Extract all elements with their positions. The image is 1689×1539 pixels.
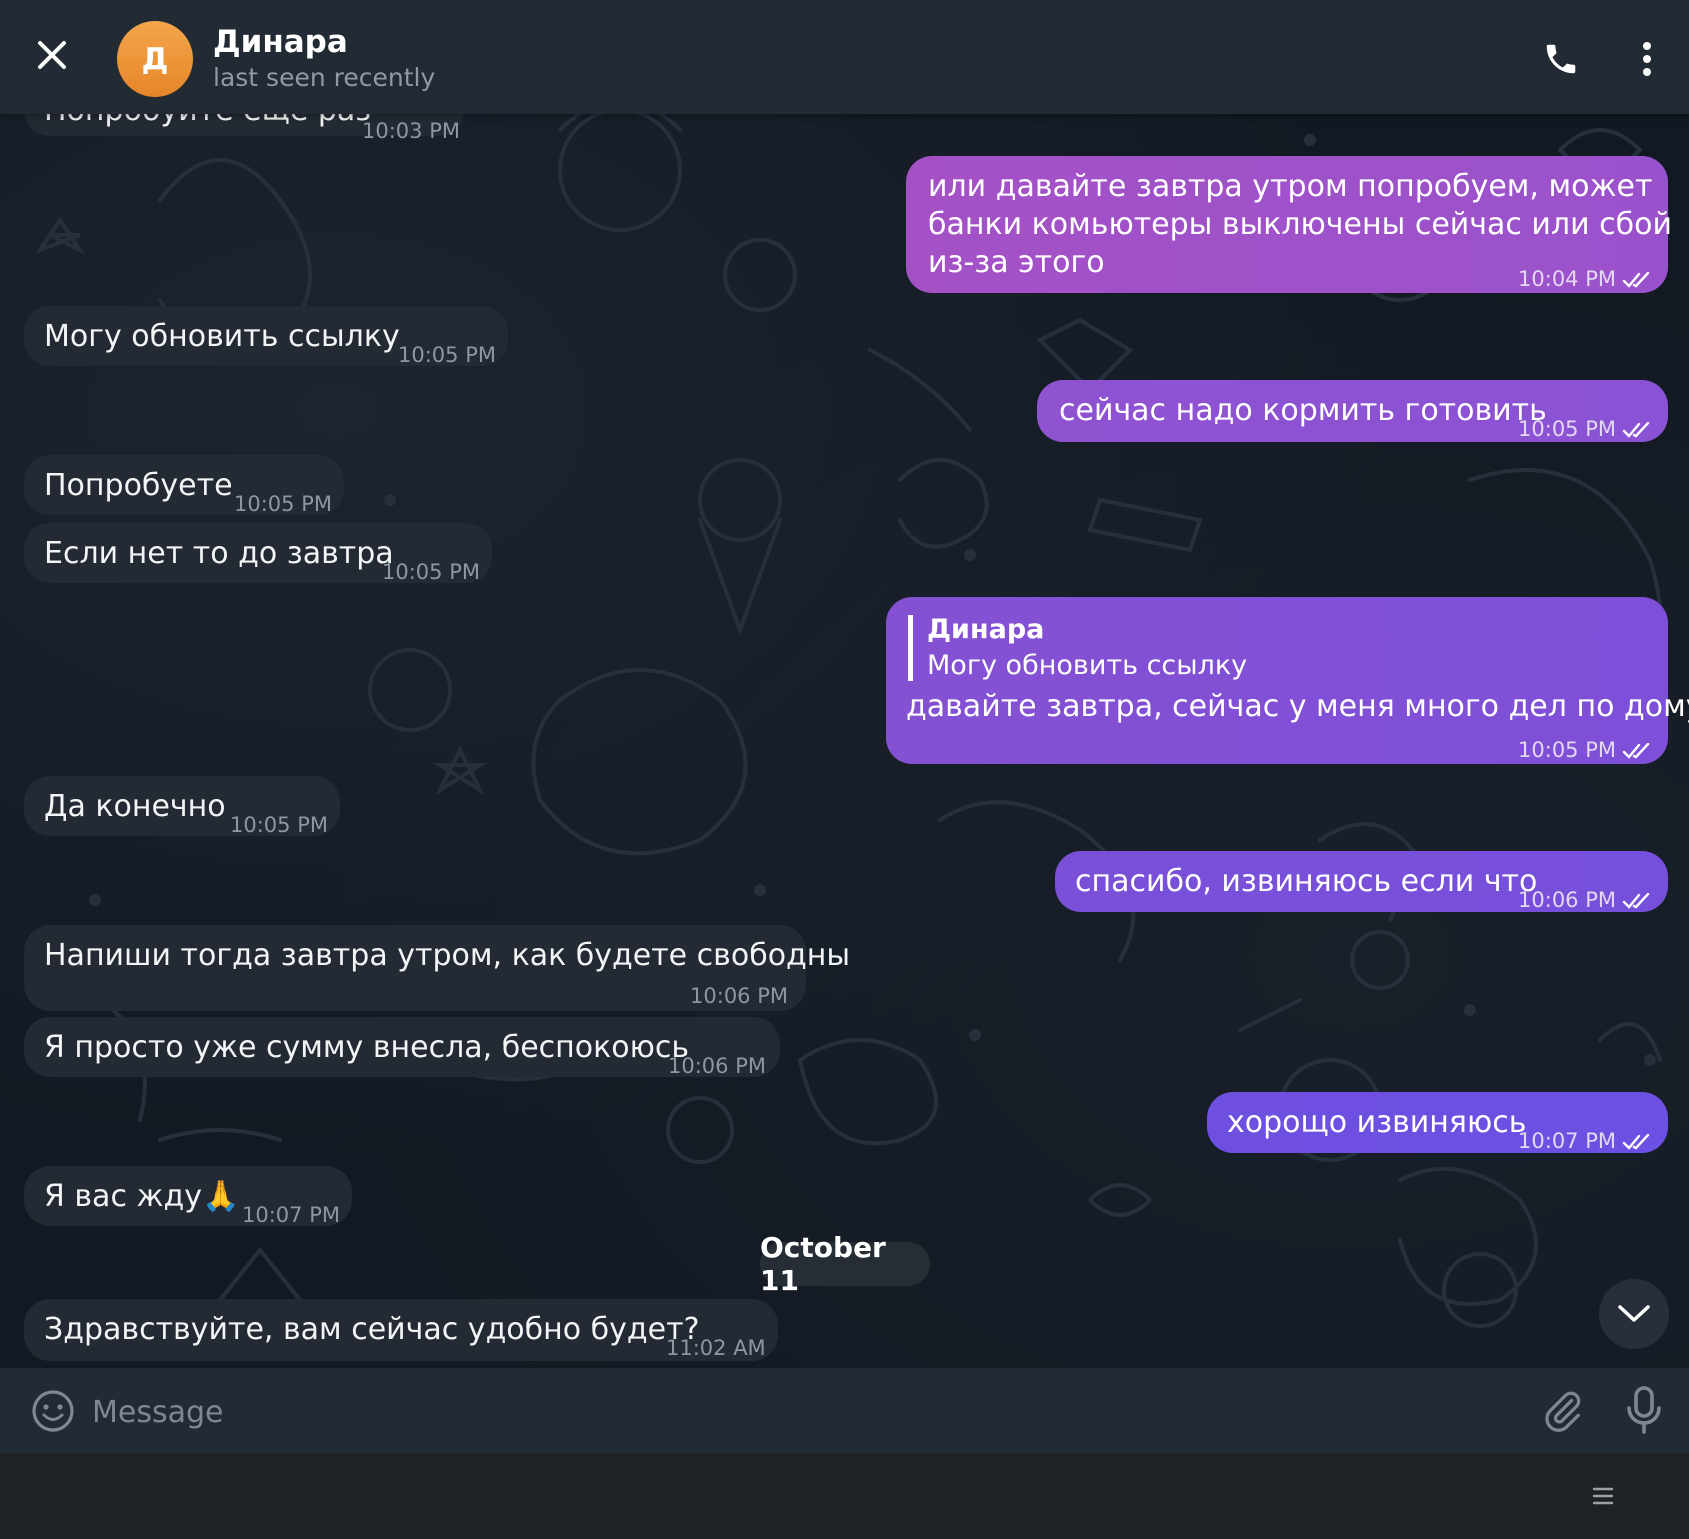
chevron-down-icon [1618, 1305, 1650, 1322]
message-time: 10:05 PM [382, 560, 480, 584]
message-outgoing[interactable]: Динара Могу обновить ссылку давайте завт… [886, 597, 1689, 764]
message-text: давайте завтра, сейчас у меня много дел … [906, 689, 1689, 724]
message-outgoing[interactable]: спасибо, извиняюсь если что 10:06 PM [1055, 851, 1668, 912]
menu-button[interactable] [1622, 34, 1672, 84]
message-text: Попробуете [44, 468, 233, 503]
message-outgoing[interactable]: сейчас надо кормить готовить 10:05 PM [1037, 380, 1668, 442]
chat-screen: Д Динара last seen recently Попробуйте е… [0, 0, 1689, 1453]
message-incoming[interactable]: Напиши тогда завтра утром, как будете св… [24, 925, 850, 1011]
message-incoming[interactable]: Да конечно 10:05 PM [24, 776, 340, 837]
contact-status: last seen recently [213, 63, 436, 92]
close-button[interactable] [27, 30, 77, 80]
hamburger-icon [1592, 1487, 1614, 1505]
message-time: 10:04 PM [1518, 260, 1652, 298]
close-icon [38, 41, 66, 69]
chat-header: Д Динара last seen recently [0, 0, 1689, 114]
scroll-down-button[interactable] [1599, 1279, 1669, 1349]
message-time: 10:07 PM [1518, 1122, 1652, 1160]
message-text: Да конечно [44, 789, 226, 824]
message-text: Могу обновить ссылку [44, 319, 400, 354]
emoji-button[interactable] [30, 1388, 76, 1434]
message-incoming[interactable]: Если нет то до завтра 10:05 PM [24, 523, 492, 584]
date-separator: October 11 [760, 1231, 930, 1297]
attach-icon [1545, 1391, 1581, 1432]
message-line: банки комьютеры выключены сейчас или сбо… [928, 207, 1672, 242]
message-outgoing[interactable]: или давайте завтра утром попробуем, може… [906, 156, 1672, 293]
message-time: 10:05 PM [1518, 731, 1652, 769]
message-time: 10:05 PM [1518, 410, 1652, 448]
message-incoming[interactable]: Попробуете 10:05 PM [24, 455, 344, 516]
more-vertical-icon [1643, 42, 1651, 76]
message-outgoing[interactable]: хорощо извиняюсь 10:07 PM [1207, 1092, 1668, 1153]
microphone-icon [1627, 1386, 1661, 1434]
message-text: Я вас жду🙏 [44, 1179, 240, 1214]
double-check-icon [1622, 743, 1650, 759]
message-incoming[interactable]: Здравствуйте, вам сейчас удобно будет? 1… [24, 1299, 778, 1361]
message-time: 11:02 AM [666, 1336, 766, 1360]
reply-quote[interactable]: Динара Могу обновить ссылку [908, 614, 1513, 681]
reply-author: Динара [927, 614, 1045, 645]
contact-name[interactable]: Динара [213, 24, 348, 60]
message-time: 10:05 PM [230, 813, 328, 837]
message-text: хорощо извиняюсь [1227, 1105, 1527, 1140]
message-incoming[interactable]: Я просто уже сумму внесла, беспокоюсь 10… [24, 1017, 780, 1078]
nav-menu-button[interactable] [1592, 1486, 1614, 1510]
double-check-icon [1622, 422, 1650, 438]
attach-button[interactable] [1540, 1386, 1586, 1436]
message-time: 10:06 PM [690, 984, 788, 1008]
message-time: 10:05 PM [398, 343, 496, 367]
message-incoming[interactable]: Я вас жду🙏 10:07 PM [24, 1166, 352, 1227]
message-text: Напиши тогда завтра утром, как будете св… [44, 938, 851, 973]
double-check-icon [1622, 272, 1650, 288]
reply-text: Могу обновить ссылку [927, 650, 1248, 681]
message-text: Я просто уже сумму внесла, беспокоюсь [44, 1030, 690, 1065]
double-check-icon [1622, 1134, 1650, 1150]
message-text: Здравствуйте, вам сейчас удобно будет? [44, 1312, 700, 1347]
message-incoming[interactable]: Могу обновить ссылку 10:05 PM [24, 306, 508, 367]
message-text: Если нет то до завтра [44, 536, 394, 571]
system-navigation-bar [0, 1453, 1689, 1539]
message-time: 10:06 PM [668, 1054, 766, 1078]
call-button[interactable] [1536, 34, 1586, 84]
emoji-icon [32, 1390, 74, 1432]
phone-icon [1546, 44, 1576, 74]
message-composer [0, 1368, 1689, 1453]
message-time: 10:03 PM [362, 119, 460, 143]
message-time: 10:05 PM [234, 492, 332, 516]
microphone-button[interactable] [1624, 1384, 1670, 1438]
message-time: 10:07 PM [242, 1203, 340, 1227]
message-time: 10:06 PM [1518, 881, 1652, 919]
avatar[interactable]: Д [117, 21, 193, 97]
message-input[interactable] [90, 1386, 1494, 1438]
message-line: или давайте завтра утром попробуем, може… [928, 169, 1653, 204]
message-line: из-за этого [928, 245, 1105, 280]
message-text: сейчас надо кормить готовить [1059, 393, 1547, 428]
double-check-icon [1622, 893, 1650, 909]
message-text: спасибо, извиняюсь если что [1075, 864, 1538, 899]
